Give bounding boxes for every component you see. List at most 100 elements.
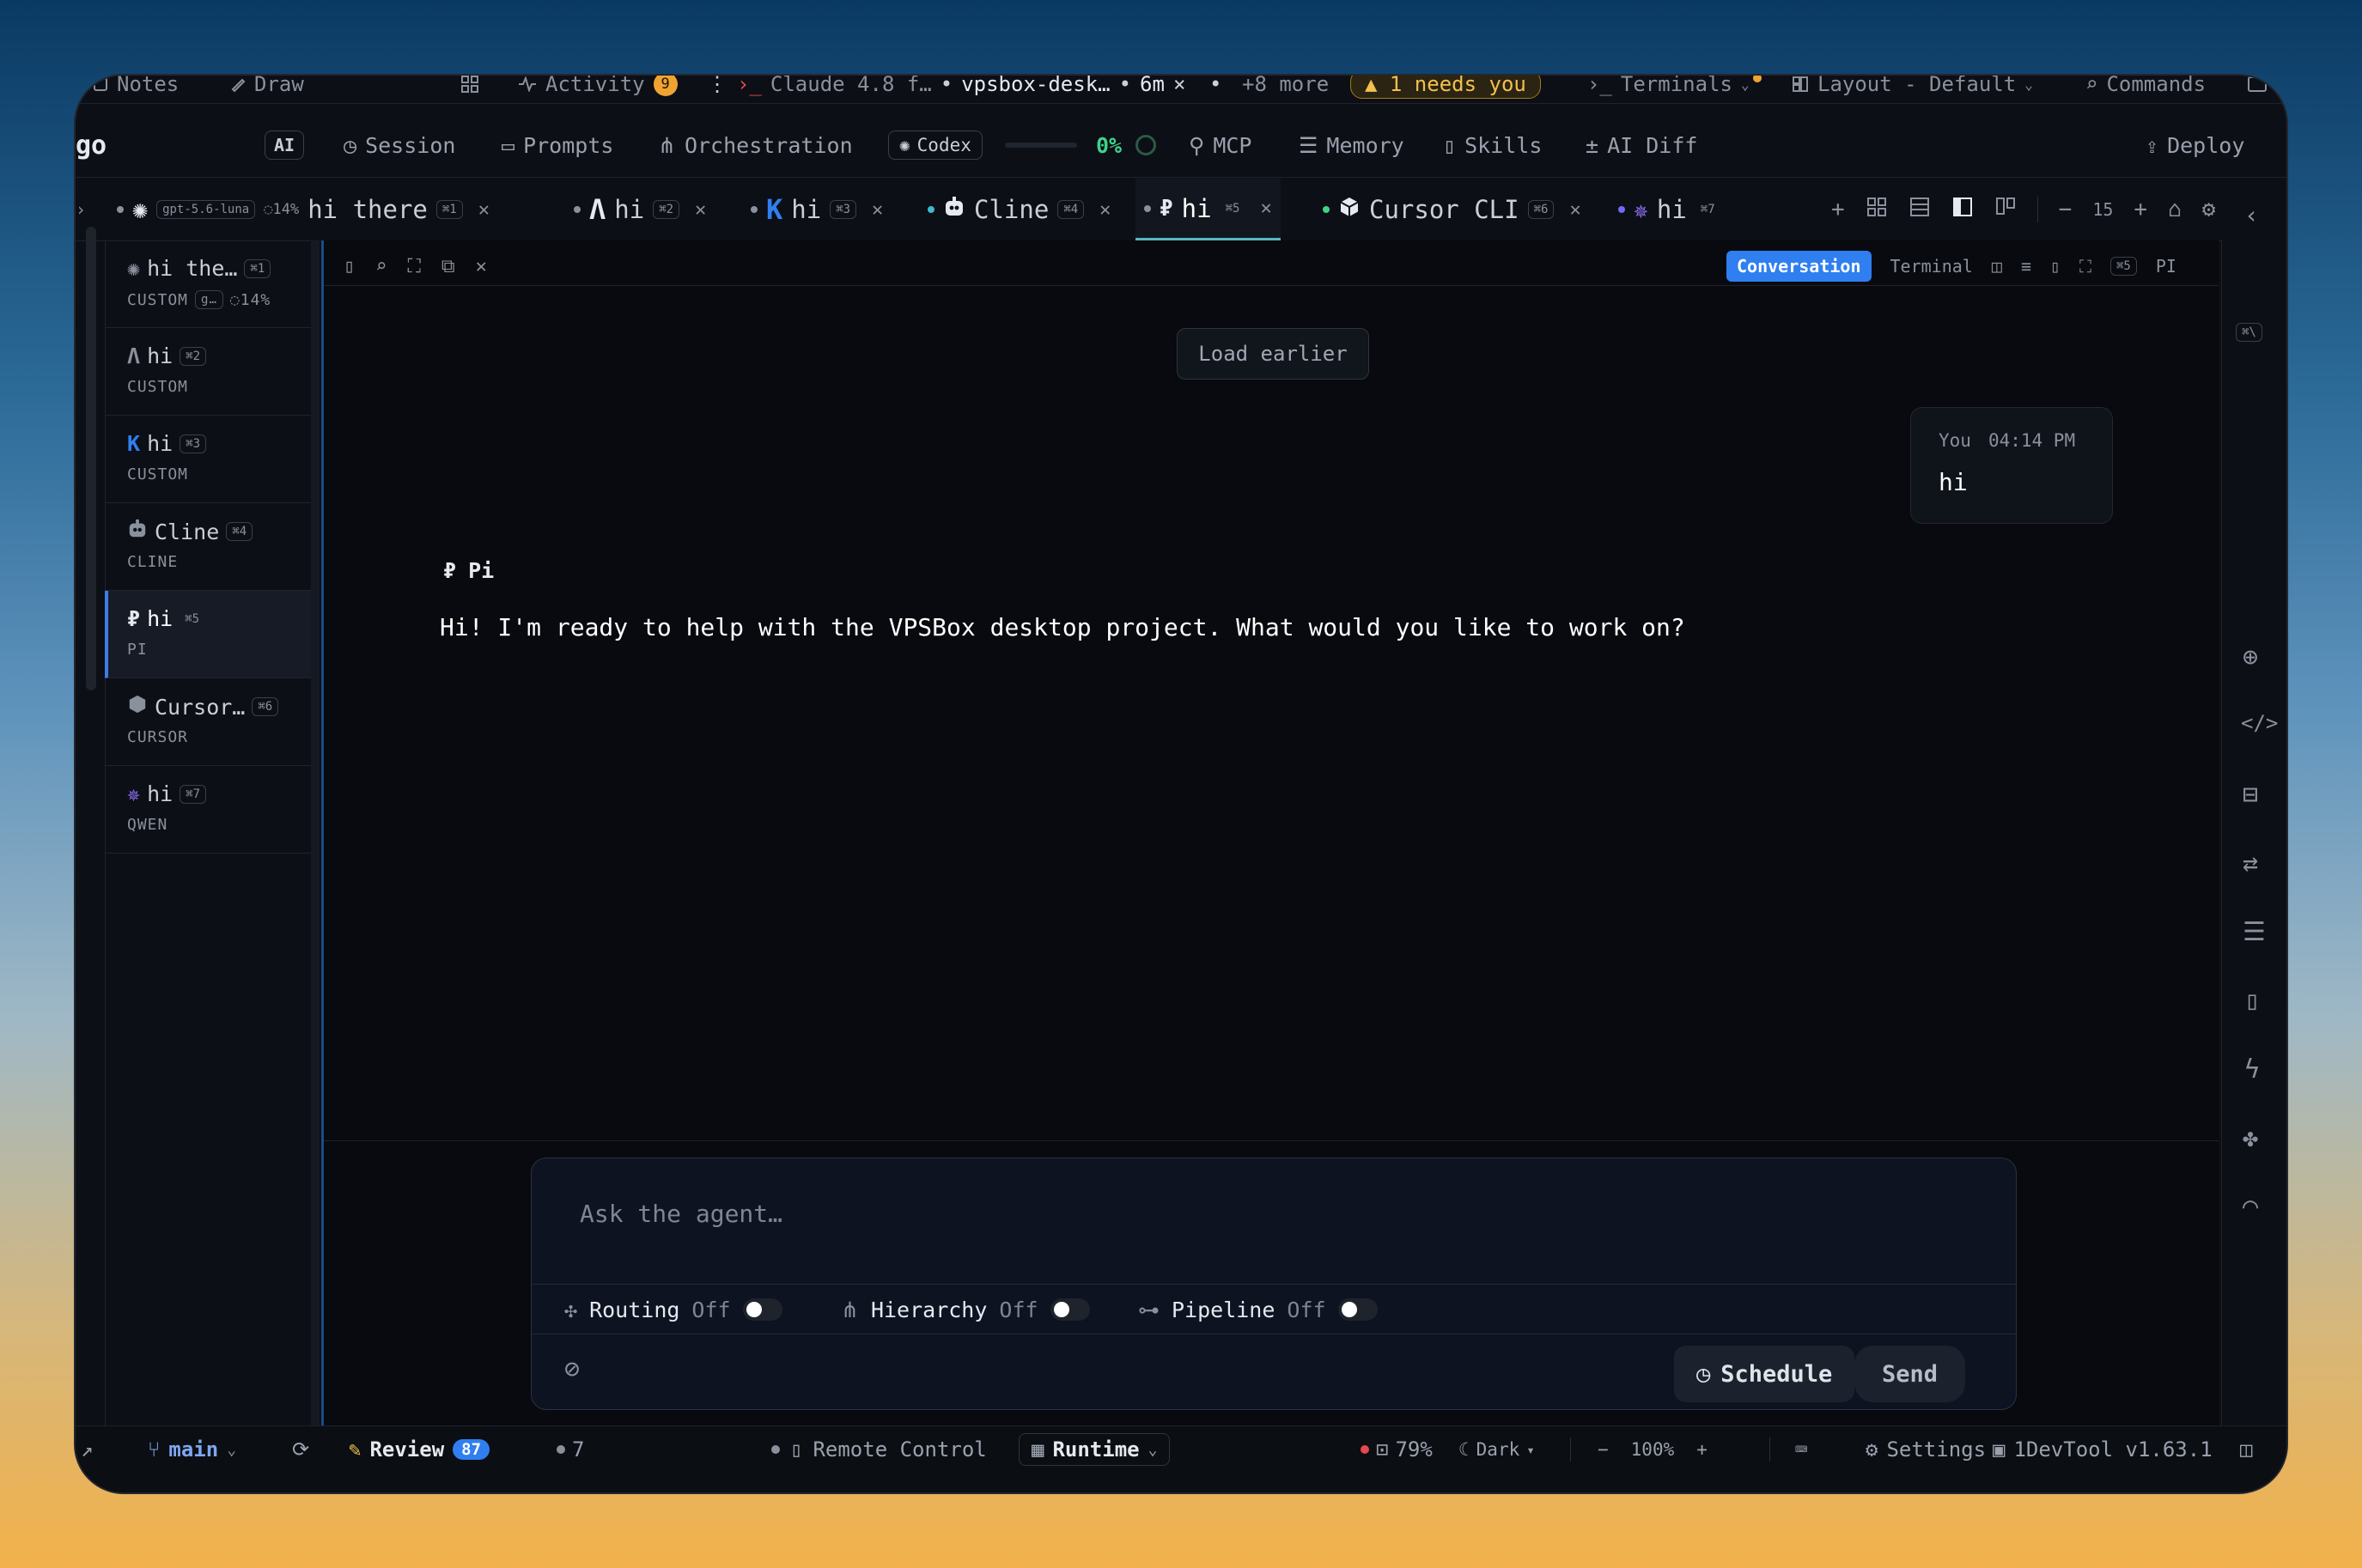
database-icon[interactable]: ☰	[2243, 917, 2266, 947]
transfer-icon[interactable]: ⇄	[2243, 848, 2258, 878]
lightning-icon[interactable]: ϟ	[2244, 1054, 2260, 1085]
puzzle-icon[interactable]: ✤	[2243, 1123, 2258, 1153]
split-view-icon[interactable]	[1951, 196, 1974, 224]
rows-view-icon[interactable]	[1908, 196, 1931, 224]
claude-session-item[interactable]: ›_ Claude 4.8 f… • vpsbox-desk… • 6m ×	[737, 76, 1185, 103]
settings-button[interactable]: ⚙ Settings	[1866, 1437, 1986, 1462]
codex-selector[interactable]: ✺ Codex	[888, 113, 983, 177]
routing-toggle[interactable]	[742, 1298, 782, 1321]
version-info[interactable]: ▣ 1DevTool v1.63.1	[1993, 1437, 2213, 1462]
hierarchy-toggle[interactable]	[1050, 1298, 1090, 1321]
panel-icon[interactable]: ⊟	[2243, 780, 2258, 810]
prompts-tab[interactable]: ▭ Prompts	[502, 113, 613, 177]
close-icon[interactable]: ✕	[872, 199, 883, 221]
sidebar-scrollbar[interactable]	[86, 227, 96, 690]
schedule-button[interactable]: ◷ Schedule	[1674, 1346, 1855, 1402]
close-icon[interactable]: ×	[1173, 76, 1185, 96]
memory-tab[interactable]: ☰ Memory	[1299, 113, 1404, 177]
code-icon[interactable]: </>	[2241, 711, 2278, 735]
sidebar-toggle-icon[interactable]: ◫	[2240, 1437, 2252, 1462]
orchestration-tab[interactable]: ⋔ Orchestration	[658, 113, 853, 177]
panel-toggle-icon[interactable]	[2247, 76, 2268, 103]
add-tab-button[interactable]: +	[1831, 197, 1845, 222]
gauge-icon[interactable]: ◠	[2243, 1192, 2258, 1222]
tab-session-1[interactable]: ✺ gpt-5.6-luna ◌14% hi there ⌘1 ✕	[117, 179, 490, 240]
ai-badge[interactable]: AI	[265, 113, 305, 177]
message-input[interactable]: Ask the agent…	[580, 1200, 782, 1228]
branch-selector[interactable]: ⑂ main ⌄	[148, 1437, 236, 1462]
more-menu-icon[interactable]: ⋮	[707, 76, 727, 103]
home-icon[interactable]: ⌂	[2168, 197, 2182, 222]
session-tab[interactable]: ◷ Session	[344, 113, 455, 177]
keyboard-icon[interactable]: ⌨	[1795, 1437, 1807, 1462]
hierarchy-toggle-group[interactable]: ⋔ Hierarchy Off	[841, 1287, 1090, 1332]
grid-button[interactable]	[460, 76, 479, 103]
globe-icon[interactable]: ⊕	[2243, 642, 2258, 672]
sidebar-item-session-5-active[interactable]: ₽ hi ⌘5 PI	[105, 591, 311, 678]
font-increase-button[interactable]: +	[2134, 197, 2147, 222]
draw-button[interactable]: Draw	[230, 76, 304, 103]
pipeline-toggle[interactable]	[1337, 1298, 1378, 1321]
close-icon[interactable]: ✕	[1569, 199, 1580, 221]
load-earlier-button[interactable]: Load earlier	[1177, 328, 1369, 380]
close-icon[interactable]: ✕	[695, 199, 706, 221]
ai-diff-tab[interactable]: ± AI Diff	[1586, 113, 1697, 177]
send-button[interactable]: Send	[1854, 1346, 1966, 1402]
notes-button[interactable]: Notes	[93, 76, 179, 103]
close-icon[interactable]: ✕	[1099, 199, 1111, 221]
tab-session-4[interactable]: Cline ⌘4 ✕	[928, 179, 1111, 240]
tab-session-5-active[interactable]: ₽ hi ⌘5 ✕	[1135, 179, 1281, 240]
routing-toggle-group[interactable]: ✣ Routing Off	[564, 1287, 782, 1332]
wrap-icon[interactable]: ≡	[2021, 256, 2031, 277]
book-icon[interactable]: ◫	[1992, 256, 2002, 277]
pipeline-toggle-group[interactable]: ⊶ Pipeline Off	[1138, 1287, 1378, 1332]
runtime-selector[interactable]: ▦ Runtime ⌄	[1019, 1433, 1171, 1466]
review-button[interactable]: ✎ Review 87	[349, 1437, 490, 1462]
paperclip-icon[interactable]: ⊘	[564, 1354, 580, 1384]
search-icon[interactable]: ⌕	[375, 256, 387, 277]
mcp-tab[interactable]: ⚲ MCP	[1189, 113, 1251, 177]
sidebar-item-session-7[interactable]: ✵ hi ⌘7 QWEN	[105, 766, 311, 854]
zoom-in-button[interactable]: +	[1696, 1439, 1708, 1460]
cpu-indicator[interactable]: ⊡ 79%	[1361, 1437, 1433, 1462]
expand-icon[interactable]: ⛶	[408, 256, 421, 277]
sidebar-item-session-6[interactable]: Cursor… ⌘6 CURSOR	[105, 678, 311, 766]
activity-button[interactable]: Activity 9	[518, 76, 678, 103]
mobile-icon[interactable]: ▯	[2244, 986, 2260, 1016]
more-sessions-link[interactable]: +8 more	[1242, 76, 1329, 103]
sidebar-item-session-3[interactable]: Khi ⌘3 CUSTOM	[105, 416, 311, 503]
tab-session-2[interactable]: Λ hi ⌘2 ✕	[574, 179, 706, 240]
sidebar-item-session-1[interactable]: ✺ hi the… ⌘1 CUSTOM g… ◌14%	[105, 240, 311, 328]
kanban-view-icon[interactable]	[1994, 196, 2017, 224]
sidebar-item-session-2[interactable]: Λhi ⌘2 CUSTOM	[105, 328, 311, 416]
external-link-icon[interactable]: ⧉	[441, 256, 455, 277]
remote-control-button[interactable]: ▯ Remote Control	[771, 1437, 987, 1462]
gear-icon[interactable]: ⚙	[2202, 197, 2216, 222]
terminals-menu[interactable]: ›_ Terminals ⌄	[1587, 76, 1762, 103]
tab-session-3[interactable]: K hi ⌘3 ✕	[751, 179, 883, 240]
close-icon[interactable]: ✕	[478, 199, 490, 221]
grid-view-icon[interactable]	[1866, 196, 1888, 224]
copy-icon[interactable]: ▯	[344, 256, 355, 277]
skills-tab[interactable]: ▯ Skills	[1443, 113, 1542, 177]
tab-session-6[interactable]: Cursor CLI ⌘6 ✕	[1323, 179, 1581, 240]
file-icon[interactable]: ▯	[2050, 256, 2061, 277]
terminal-tab[interactable]: Terminal	[1890, 256, 1973, 277]
theme-selector[interactable]: ☾ Dark ▾	[1458, 1439, 1535, 1460]
close-icon[interactable]: ✕	[1260, 198, 1271, 219]
collapse-chevron-icon[interactable]: ‹	[2244, 201, 2259, 229]
conversation-tab[interactable]: Conversation	[1726, 251, 1872, 282]
font-decrease-button[interactable]: −	[2059, 197, 2073, 222]
sync-icon[interactable]: ⟳	[292, 1437, 309, 1462]
sidebar-item-session-4[interactable]: Cline ⌘4 CLINE	[105, 503, 311, 591]
arrow-icon[interactable]: ↗	[81, 1437, 93, 1462]
dot-counter[interactable]: 7	[557, 1437, 584, 1462]
zoom-out-button[interactable]: −	[1598, 1439, 1609, 1460]
deploy-button[interactable]: ⇪ Deploy	[2146, 113, 2244, 177]
layout-menu[interactable]: Layout - Default ⌄	[1792, 76, 2033, 103]
commands-button[interactable]: ⌕ Commands	[2085, 76, 2206, 103]
needs-you-badge[interactable]: ▲ 1 needs you	[1350, 76, 1541, 103]
close-icon[interactable]: ✕	[476, 256, 487, 277]
fullscreen-icon[interactable]: ⛶	[2079, 256, 2091, 277]
tab-session-7[interactable]: ✵ hi ⌘7	[1618, 179, 1720, 240]
